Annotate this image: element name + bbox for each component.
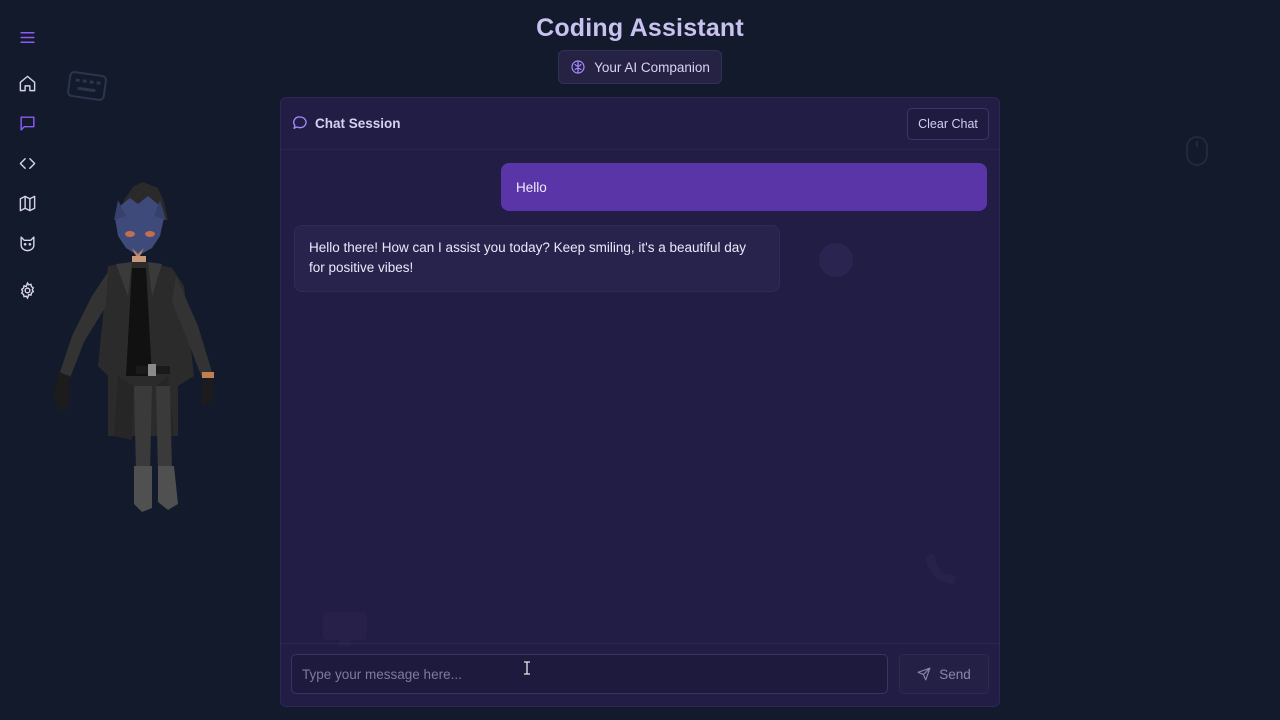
send-button[interactable]: Send: [899, 654, 989, 694]
message-text: Hello: [516, 179, 547, 195]
chat-session-title: Chat Session: [292, 115, 401, 131]
user-message: Hello: [501, 163, 987, 211]
sidebar-item-code[interactable]: [14, 150, 40, 176]
sidebar-item-chat[interactable]: [14, 110, 40, 136]
sidebar-item-cat[interactable]: [14, 230, 40, 256]
map-icon: [19, 195, 35, 211]
settings-icon: [20, 280, 34, 300]
text-cursor-icon: [524, 661, 530, 675]
message-text: Hello there! How can I assist you today?…: [309, 240, 747, 275]
page-title: Coding Assistant: [536, 14, 744, 42]
keyboard-icon: [67, 71, 107, 101]
chat-footer: Send: [281, 643, 999, 706]
sidebar-item-map[interactable]: [14, 190, 40, 216]
home-icon: [19, 75, 35, 91]
phone-icon: [925, 554, 956, 584]
sidebar: [0, 0, 54, 720]
brain-icon: [571, 60, 585, 74]
send-icon: [917, 667, 931, 681]
subtitle-badge: Your AI Companion: [558, 50, 722, 84]
cat-icon: [19, 235, 35, 251]
mouse-icon: [1186, 136, 1208, 166]
code-icon: [19, 157, 35, 169]
assistant-message: Hello there! How can I assist you today?…: [294, 225, 780, 292]
sidebar-item-home[interactable]: [14, 70, 40, 96]
message-input[interactable]: [291, 654, 888, 694]
sidebar-item-settings[interactable]: [14, 277, 40, 303]
chat-bubble-icon: [293, 116, 307, 129]
subtitle-text: Your AI Companion: [594, 59, 710, 75]
session-label-text: Chat Session: [315, 115, 401, 131]
avatar-character: [54, 182, 214, 512]
send-label: Send: [939, 666, 971, 682]
blob-icon: [819, 243, 853, 277]
chat-icon: [19, 115, 35, 131]
chat-header: Chat Session Clear Chat: [281, 98, 999, 150]
chat-panel: Chat Session Clear Chat Hello Hello ther…: [280, 97, 1000, 707]
clear-chat-button[interactable]: Clear Chat: [907, 108, 989, 140]
